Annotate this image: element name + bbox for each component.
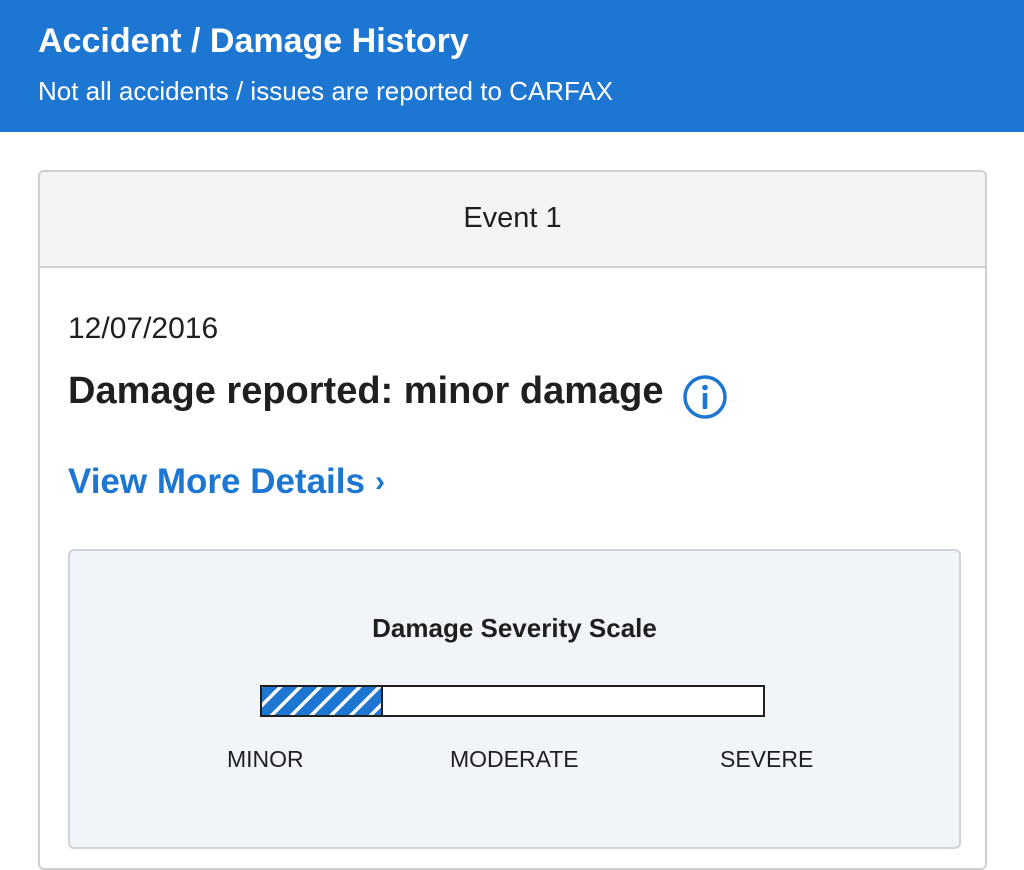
scale-label-moderate: MODERATE [450, 746, 579, 772]
section-subtitle: Not all accidents / issues are reported … [38, 76, 614, 106]
event-title: Event 1 [463, 202, 562, 234]
scale-label-severe: SEVERE [720, 746, 814, 772]
info-icon[interactable] [682, 374, 728, 420]
severity-bar-fill [260, 685, 383, 717]
scale-title: Damage Severity Scale [372, 613, 657, 643]
severity-bar [260, 685, 765, 717]
scale-label-minor: MINOR [227, 746, 304, 772]
view-more-details-link[interactable]: View More Details › [68, 462, 385, 502]
damage-severity-scale: Damage Severity Scale MINOR MODERATE SEV… [68, 549, 961, 849]
section-header: Accident / Damage History Not all accide… [0, 0, 1024, 132]
damage-summary: Damage reported: minor damage [68, 362, 728, 419]
damage-reported-text: Damage reported: minor damage [68, 369, 664, 412]
chevron-right-icon: › [374, 465, 385, 498]
event-card: Event 1 12/07/2016 Damage reported: mino… [38, 170, 987, 870]
event-date: 12/07/2016 [68, 312, 219, 345]
view-more-details-label: View More Details [68, 462, 365, 501]
event-card-header: Event 1 [40, 172, 985, 268]
section-title: Accident / Damage History [38, 22, 469, 60]
